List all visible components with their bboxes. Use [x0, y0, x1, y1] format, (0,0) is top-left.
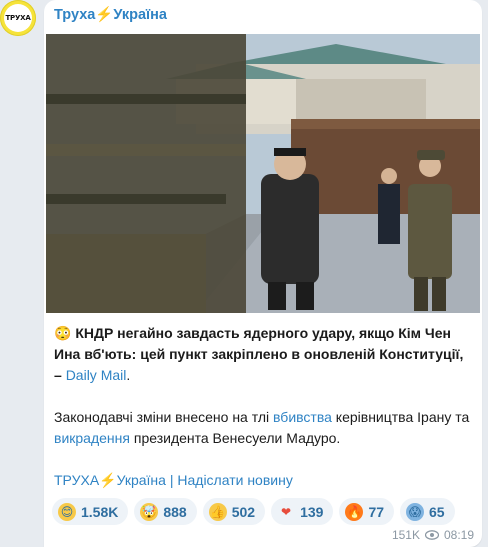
killing-link[interactable]: вбивства — [273, 409, 332, 425]
exploding-head-icon: 🤯 — [140, 502, 159, 521]
message-bubble: Труха⚡Україна 😳 КНДР негайно завдасть яд… — [44, 0, 482, 547]
reactions-bar: 😊 1.58K 🤯 888 👍 502 ❤ 139 🔥 77 😱 65 — [52, 498, 455, 525]
smile-icon: 😊 — [58, 502, 76, 521]
reaction-thumbs-up[interactable]: 👍 502 — [202, 498, 266, 525]
heart-icon: ❤ — [281, 504, 292, 519]
views-count: 151K — [391, 528, 420, 542]
channel-name[interactable]: Труха⚡Україна — [54, 6, 167, 23]
reaction-count: 888 — [163, 503, 187, 520]
reaction-smile[interactable]: 😊 1.58K — [52, 498, 129, 525]
reaction-count: 502 — [231, 503, 256, 520]
reaction-count: 77 — [368, 503, 385, 520]
footer-separator: | — [165, 472, 178, 488]
headline-period: . — [126, 367, 131, 383]
message-photo[interactable] — [46, 34, 480, 313]
daily-mail-link[interactable]: Daily Mail — [66, 367, 127, 383]
reaction-exploding-head[interactable]: 🤯 888 — [134, 498, 197, 525]
submit-news-link[interactable]: Надіслати новину — [177, 472, 292, 488]
message-time: 08:19 — [443, 528, 474, 542]
para2-text-3: президента Венесуели Мадуро. — [129, 430, 341, 446]
reaction-heart[interactable]: ❤ 139 — [271, 498, 334, 525]
reaction-count: 1.58K — [81, 503, 119, 520]
reaction-fire[interactable]: 🔥 77 — [339, 498, 395, 525]
para2-text-2: керівництва Ірану та — [331, 409, 470, 425]
eye-icon — [424, 530, 439, 540]
para2-text-1: Законодавчі зміни внесено на тлі — [54, 409, 274, 425]
channel-avatar[interactable]: ТРУХА — [0, 0, 36, 36]
message-text: 😳 КНДР негайно завдасть ядерного удару, … — [54, 323, 472, 491]
headline-emoji: 😳 — [54, 325, 72, 341]
thumbs-up-icon: 👍 — [208, 502, 227, 521]
message-meta: 151K 08:19 — [392, 528, 474, 542]
reaction-scream[interactable]: 😱 65 — [400, 498, 455, 525]
avatar-label: ТРУХА — [4, 4, 32, 32]
photo-image — [46, 34, 480, 313]
footer-channel-link[interactable]: ТРУХА⚡Україна — [54, 472, 166, 488]
kidnapping-link[interactable]: викрадення — [54, 430, 130, 446]
scream-icon: 😱 — [406, 502, 425, 521]
reaction-count: 65 — [429, 503, 445, 520]
reaction-count: 139 — [300, 503, 324, 520]
fire-icon: 🔥 — [345, 502, 364, 521]
